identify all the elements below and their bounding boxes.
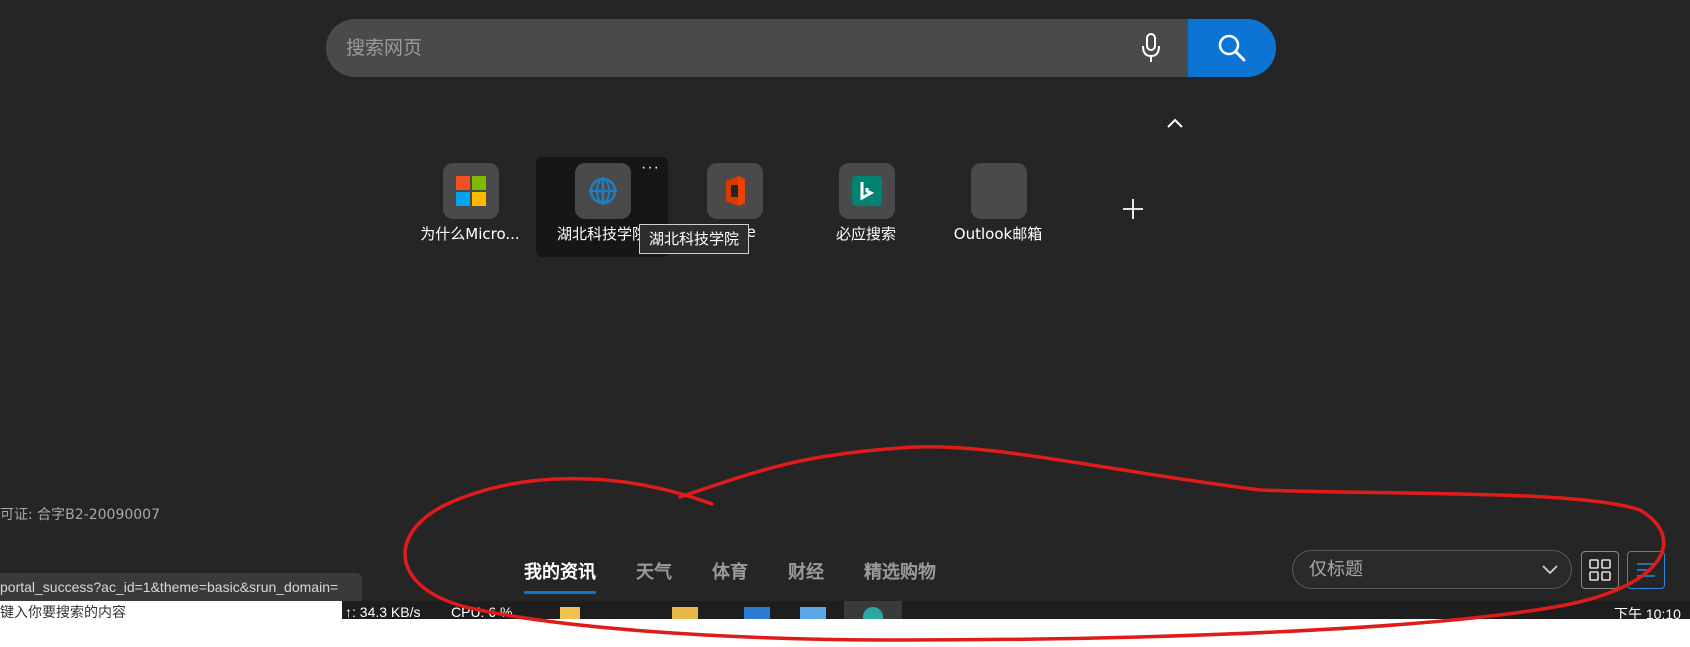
quick-link-label: 为什么Micro... — [420, 225, 520, 243]
tab-sports[interactable]: 体育 — [712, 558, 748, 588]
tab-shopping[interactable]: 精选购物 — [864, 558, 936, 588]
status-bar-url: portal_success?ac_id=1&theme=basic&srun_… — [0, 573, 362, 601]
taskbar-search-text: 键入你要搜索的内容 — [0, 604, 126, 619]
quick-link-tile[interactable]: 为什么Micro... — [404, 157, 536, 257]
content-view-select[interactable]: 仅标题 — [1292, 550, 1572, 589]
license-text: 可证: 合字B2-20090007 — [0, 507, 160, 523]
quick-link-label: 必应搜索 — [835, 225, 896, 243]
grid-layout-button[interactable] — [1581, 551, 1619, 589]
new-tab-page: 为什么Micro... ··· 湖北科技学院 Office — [0, 0, 1690, 601]
search-input[interactable] — [346, 19, 1146, 77]
network-speed: ↑: 34.3 KB/s — [345, 604, 421, 620]
quick-link-tile[interactable]: Outlook邮箱 — [932, 157, 1064, 257]
more-options-icon[interactable]: ··· — [641, 159, 660, 177]
search-box[interactable] — [326, 19, 1276, 77]
taskbar-strip — [342, 601, 1690, 619]
list-icon — [1637, 563, 1655, 577]
quick-link-tile[interactable]: 必应搜索 — [800, 157, 932, 257]
microsoft-logo-icon — [443, 163, 499, 219]
content-view-value: 仅标题 — [1309, 559, 1363, 580]
microphone-icon[interactable] — [1140, 31, 1162, 65]
chevron-down-icon — [1542, 565, 1558, 575]
globe-icon — [575, 163, 631, 219]
search-button[interactable] — [1188, 19, 1276, 77]
search-icon — [1218, 34, 1246, 62]
grid-icon — [1589, 559, 1611, 581]
tab-my-news[interactable]: 我的资讯 — [524, 558, 596, 594]
quick-link-label: Outlook邮箱 — [953, 225, 1043, 243]
taskbar-icons — [560, 601, 902, 619]
taskbar-search[interactable]: 键入你要搜索的内容 — [0, 601, 342, 619]
taskbar-clock[interactable]: 下午 10:10 — [1614, 604, 1681, 624]
tab-weather[interactable]: 天气 — [636, 558, 672, 588]
outlook-icon — [971, 163, 1027, 219]
tab-finance[interactable]: 财经 — [788, 558, 824, 588]
chevron-up-icon[interactable] — [1164, 114, 1186, 132]
list-layout-button[interactable] — [1627, 551, 1665, 589]
add-shortcut-icon[interactable] — [1118, 194, 1148, 224]
cpu-usage: CPU: 6 % — [451, 604, 513, 620]
tooltip: 湖北科技学院 — [639, 224, 749, 254]
news-tabs: 我的资讯 天气 体育 财经 精选购物 — [524, 558, 976, 594]
bing-logo-icon — [839, 163, 895, 219]
office-logo-icon — [707, 163, 763, 219]
